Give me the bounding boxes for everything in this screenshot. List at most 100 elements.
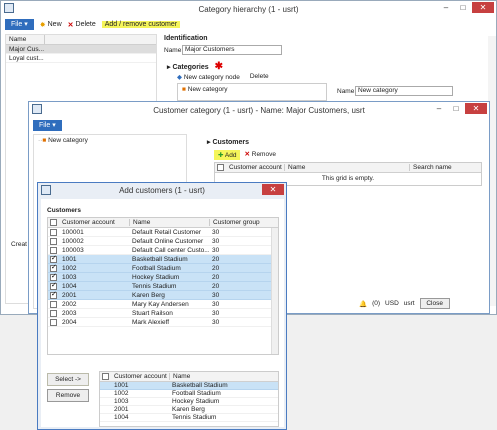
customer-name: Karen Berg — [172, 406, 205, 413]
remove-icon: ✕ — [244, 151, 250, 158]
dialog-body: Customers Customer account Name Customer… — [41, 199, 284, 427]
new-category-node-button[interactable]: ◆ New category node — [177, 73, 240, 81]
select-all-checkbox[interactable] — [217, 164, 224, 171]
grid-header: Customer account Name — [100, 372, 278, 382]
customer-name: Football Stadium — [172, 390, 221, 397]
table-row[interactable]: 2002 Mary Kay Andersen 30 — [48, 300, 278, 309]
grid-header: Customer account Name Customer group — [48, 218, 278, 228]
tree-item[interactable]: ··■ New category — [38, 137, 88, 144]
customer-account: 1001 — [114, 382, 129, 389]
close-button[interactable]: ✕ — [465, 103, 487, 114]
table-row[interactable]: 100003 Default Call center Custo... 30 — [48, 246, 278, 255]
customer-account: 1004 — [114, 414, 129, 421]
table-row[interactable]: 2001 Karen Berg — [100, 406, 278, 414]
table-row[interactable]: 2001 Karen Berg 30 — [48, 290, 278, 300]
category-icon: ■ — [42, 137, 47, 144]
customer-account: 2004 — [62, 318, 77, 326]
table-row[interactable]: 1003 Hockey Stadium — [100, 398, 278, 406]
customer-name: Tennis Stadium — [172, 414, 217, 421]
customer-name: Basketball Stadium — [172, 382, 228, 389]
add-remove-customer-button[interactable]: Add / remove customer — [101, 21, 181, 28]
file-button[interactable]: File ▾ — [5, 19, 34, 30]
table-row[interactable]: 1002 Football Stadium 20 — [48, 263, 278, 273]
customer-account: 1001 — [62, 255, 77, 263]
close-window-button[interactable]: Close — [419, 298, 450, 309]
customer-group: 30 — [212, 237, 220, 245]
maximize-button[interactable]: □ — [455, 2, 471, 13]
customer-account: 1002 — [62, 264, 77, 272]
minimize-button[interactable]: – — [438, 2, 454, 13]
table-row[interactable]: 1004 Tennis Stadium 20 — [48, 281, 278, 291]
list-item[interactable]: Loyal cust... — [6, 54, 156, 63]
customer-account: 2001 — [62, 291, 77, 299]
row-checkbox[interactable] — [50, 237, 57, 245]
selected-grid: Customer account Name 1001 Basketball Sta… — [99, 371, 279, 427]
customer-group: 30 — [212, 300, 220, 308]
table-row[interactable]: 1003 Hockey Stadium 20 — [48, 272, 278, 282]
row-checkbox[interactable] — [50, 263, 57, 272]
row-checkbox[interactable] — [50, 254, 57, 263]
add-icon: ✚ — [218, 152, 224, 159]
list-header: Name — [6, 35, 156, 45]
table-row[interactable]: 1001 Basketball Stadium 20 — [48, 254, 278, 264]
row-checkbox[interactable] — [50, 281, 57, 290]
row-checkbox[interactable] — [50, 290, 57, 299]
grid-rows: 100001 Default Retail Customer 30 100002 Def… — [48, 228, 278, 327]
customer-group: 30 — [212, 291, 220, 299]
category-tree: ■ New category — [177, 83, 327, 101]
customer-group: 20 — [212, 282, 220, 290]
remove-button[interactable]: ✕ Remove — [244, 150, 275, 160]
name-field-2[interactable]: New category — [355, 86, 453, 96]
table-row[interactable]: 1004 Tennis Stadium — [100, 414, 278, 422]
row-checkbox[interactable] — [50, 246, 57, 254]
notification-icon[interactable]: 🔔 — [359, 300, 367, 308]
row-checkbox[interactable] — [50, 318, 57, 326]
add-customers-dialog: Add customers (1 - usrt) ✕ Customers Cus… — [37, 182, 287, 430]
customer-grid: Customer account Name Customer group 100… — [47, 217, 279, 355]
tree-item[interactable]: ■ New category — [182, 86, 228, 93]
title-bar: Category hierarchy (1 - usrt) – □ ✕ — [1, 1, 496, 17]
dialog-title: Add customers (1 - usrt) — [119, 186, 205, 195]
customer-account: 100002 — [62, 237, 84, 245]
grid-scrollbar[interactable] — [271, 228, 278, 354]
table-row[interactable]: 2004 Mark Alexieff 30 — [48, 318, 278, 327]
row-checkbox[interactable] — [50, 300, 57, 308]
row-checkbox[interactable] — [50, 228, 57, 236]
table-row[interactable]: 100001 Default Retail Customer 30 — [48, 228, 278, 237]
select-button[interactable]: Select -> — [47, 373, 89, 386]
row-checkbox[interactable] — [50, 272, 57, 281]
customer-name: Mark Alexieff — [132, 318, 170, 326]
remove-button[interactable]: Remove — [47, 389, 89, 402]
customer-account: 2003 — [62, 309, 77, 317]
currency: USD — [385, 300, 399, 307]
select-all-checkbox[interactable] — [102, 373, 109, 380]
user: usrt — [403, 300, 415, 307]
node-icon: ◆ — [177, 74, 182, 81]
customer-name: Default Call center Custo... — [132, 246, 209, 254]
close-button[interactable]: ✕ — [472, 2, 494, 13]
list-item[interactable]: Major Cus... — [6, 45, 156, 54]
table-row[interactable]: 100002 Default Online Customer 30 — [48, 237, 278, 246]
select-all-checkbox[interactable] — [50, 219, 57, 226]
close-button[interactable]: ✕ — [262, 184, 284, 195]
delete-button[interactable]: ✕ Delete — [68, 21, 96, 29]
grid-rows: 1001 Basketball Stadium 1002 Football Stadi… — [100, 382, 278, 422]
customer-account: 2002 — [62, 300, 77, 308]
file-button[interactable]: File ▾ — [33, 119, 62, 131]
minimize-button[interactable]: – — [431, 103, 447, 114]
row-checkbox[interactable] — [50, 309, 57, 317]
customer-group: 20 — [212, 264, 220, 272]
maximize-button[interactable]: □ — [448, 103, 464, 114]
new-button[interactable]: ✸ New — [40, 21, 62, 29]
table-row[interactable]: 1001 Basketball Stadium — [100, 382, 278, 390]
name-field[interactable]: Major Customers — [182, 45, 282, 55]
table-row[interactable]: 2003 Stuart Railson 30 — [48, 309, 278, 318]
categories-heading: ▸ Categories ✱ — [167, 61, 224, 72]
customers-heading: ▸ Customers — [207, 139, 250, 146]
add-button[interactable]: ✚ Add — [214, 150, 241, 160]
table-row[interactable]: 1002 Football Stadium — [100, 390, 278, 398]
categories-toolbar: ◆ New category node Delete — [177, 73, 269, 81]
app-icon — [4, 3, 14, 13]
category-delete-button[interactable]: Delete — [250, 73, 269, 81]
identification-heading: Identification — [164, 35, 208, 42]
